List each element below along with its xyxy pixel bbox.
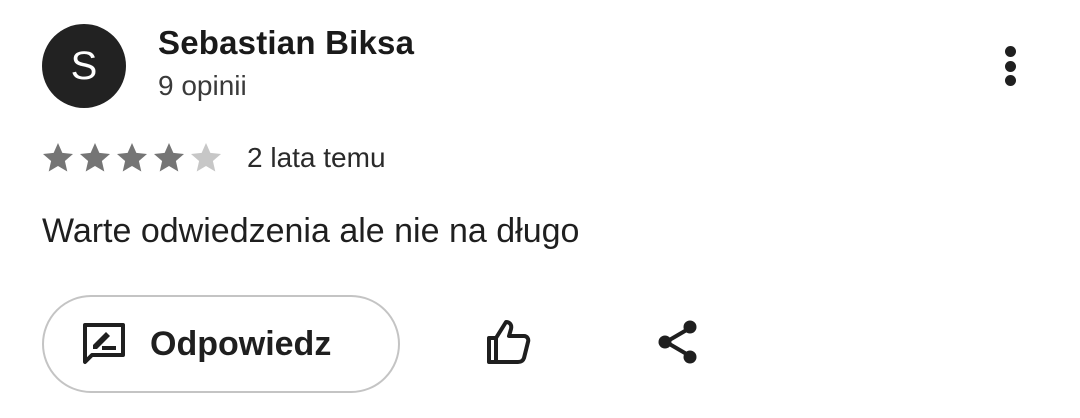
more-vertical-icon [1004, 46, 1016, 57]
star-rating [40, 140, 225, 176]
reply-button-label: Odpowiedz [150, 324, 332, 363]
star-empty-icon [191, 143, 221, 172]
share-button[interactable] [646, 312, 710, 376]
author-name[interactable]: Sebastian Biksa [158, 24, 414, 62]
thumb-up-icon [482, 316, 534, 373]
more-options-button[interactable] [990, 40, 1030, 92]
avatar[interactable]: S [42, 24, 126, 108]
rating-row: 2 lata temu [40, 138, 386, 178]
share-icon [654, 318, 702, 371]
more-vertical-icon-dot [1004, 75, 1016, 86]
star-filled-icon [80, 143, 110, 172]
review-date: 2 lata temu [247, 142, 386, 173]
review-text: Warte odwiedzenia ale nie na długo [42, 212, 580, 250]
like-button[interactable] [476, 312, 540, 376]
author-reviews-count: 9 opinii [158, 70, 247, 101]
star-filled-icon [43, 143, 73, 172]
more-vertical-icon-dot [1004, 60, 1016, 72]
star-filled-icon [154, 143, 184, 172]
review-card: S Sebastian Biksa 9 opinii 2 lata temu W… [0, 0, 1080, 418]
star-filled-icon [117, 143, 147, 172]
avatar-initial: S [70, 43, 98, 88]
rate-review-icon [80, 320, 128, 368]
reply-button[interactable]: Odpowiedz [42, 295, 400, 393]
